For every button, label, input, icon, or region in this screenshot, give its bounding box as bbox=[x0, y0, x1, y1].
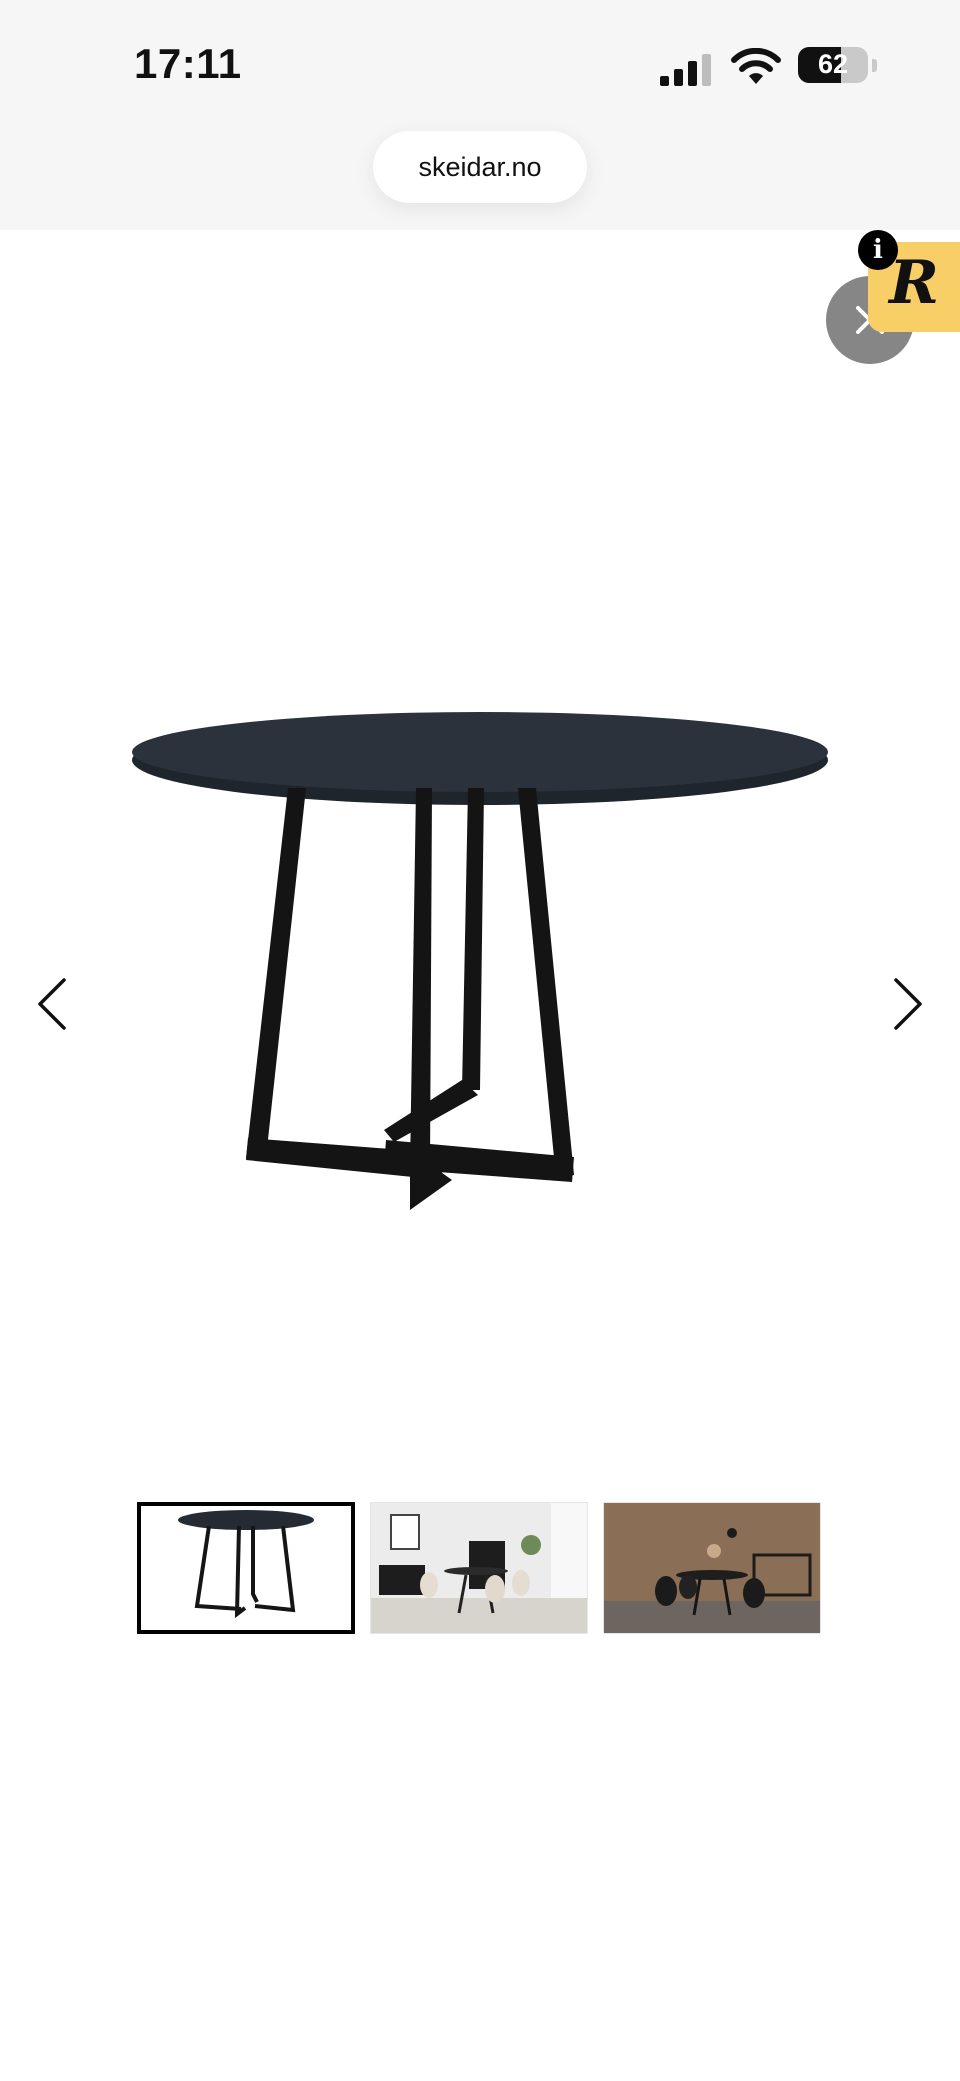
status-time: 17:11 bbox=[134, 40, 242, 87]
wifi-icon bbox=[731, 48, 781, 84]
battery-level: 62 bbox=[817, 49, 849, 79]
info-icon[interactable]: i bbox=[858, 230, 898, 270]
signal-icon bbox=[660, 54, 711, 86]
thumbnail-1-image bbox=[178, 1510, 314, 1619]
battery-icon: 62 bbox=[798, 47, 868, 83]
thumbnail-3[interactable] bbox=[603, 1502, 821, 1634]
chevron-left-icon[interactable] bbox=[32, 972, 72, 1036]
thumbnail-1[interactable] bbox=[137, 1502, 355, 1634]
product-image bbox=[132, 712, 828, 1210]
chevron-right-icon[interactable] bbox=[888, 972, 928, 1036]
thumbnail-2-image bbox=[371, 1503, 587, 1633]
thumbnail-strip bbox=[137, 1502, 825, 1636]
thumbnail-3-image bbox=[604, 1503, 820, 1633]
battery-tip bbox=[872, 59, 877, 72]
thumbnail-2[interactable] bbox=[370, 1502, 588, 1634]
address-bar[interactable]: skeidar.no bbox=[373, 131, 587, 203]
browser-top-bar: 17:11 62 skeidar.no bbox=[0, 0, 960, 230]
